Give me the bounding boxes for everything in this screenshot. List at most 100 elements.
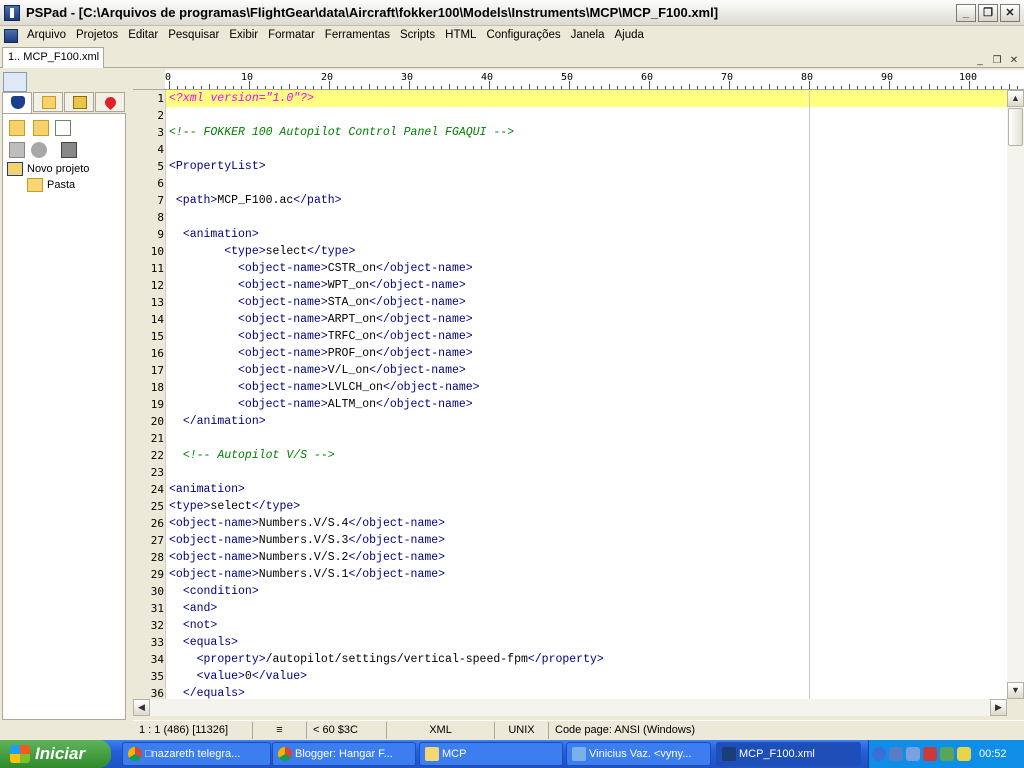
line-ending[interactable]: UNIX	[495, 722, 549, 739]
menu-item-arquivo[interactable]: Arquivo	[22, 27, 71, 44]
update-icon[interactable]	[940, 747, 954, 761]
title-bar[interactable]: PSPad - [C:\Arquivos de programas\Flight…	[0, 0, 1024, 26]
tab-files[interactable]	[33, 92, 63, 112]
task-pspad[interactable]: MCP_F100.xml	[716, 742, 861, 766]
token: <animation>	[169, 483, 245, 496]
network-icon-2[interactable]	[906, 747, 920, 761]
line-number: 26	[150, 517, 164, 530]
ruler-tick	[817, 86, 818, 89]
token: /autopilot/settings/vertical-speed-fpm	[265, 653, 528, 666]
token: select	[210, 500, 252, 513]
bookmark-icon[interactable]: ≡	[253, 722, 307, 739]
token: <condition>	[182, 585, 259, 598]
remove-file-icon[interactable]	[9, 142, 25, 158]
start-button[interactable]: Iniciar	[0, 740, 111, 768]
token: <?xml version="1.0"?>	[169, 92, 314, 105]
task-chat[interactable]: Vinicius Vaz. <vyny...	[566, 742, 711, 766]
line-number: 8	[157, 211, 164, 224]
ruler-tick	[625, 86, 626, 89]
ruler-tick	[689, 84, 690, 89]
ruler-tick	[633, 86, 634, 89]
syntax-mode[interactable]: XML	[387, 722, 495, 739]
token: <type>	[224, 245, 266, 258]
ruler-label: 90	[881, 72, 894, 83]
menu-item-formatar[interactable]: Formatar	[263, 27, 320, 44]
task-chrome-telegram[interactable]: □nazareth telegra...	[122, 742, 271, 766]
menu-item-html[interactable]: HTML	[440, 27, 481, 44]
minimize-icon[interactable]: _	[956, 4, 976, 22]
tab-mcp-f100[interactable]: 1.. MCP_F100.xml	[2, 47, 104, 68]
ruler-label: 100	[959, 72, 978, 83]
ruler-tick	[921, 86, 922, 89]
tools-icon[interactable]	[61, 142, 77, 158]
ruler-tick	[953, 86, 954, 89]
tree-item-project[interactable]: Novo projeto	[7, 161, 89, 177]
new-project-icon[interactable]	[9, 120, 25, 136]
token: </object-name>	[376, 398, 473, 411]
task-folder-mcp[interactable]: MCP	[419, 742, 563, 766]
right-margin-line	[809, 90, 810, 699]
ruler-tick	[337, 86, 338, 89]
ruler-tick	[193, 86, 194, 89]
restore-icon[interactable]: ❐	[978, 4, 998, 22]
scroll-right-icon[interactable]: ▶	[990, 699, 1007, 716]
ruler-tick	[553, 86, 554, 89]
code-line: <object-name>WPT_on</object-name>	[169, 277, 466, 294]
vertical-scroll-thumb[interactable]	[1008, 108, 1023, 146]
ruler-tick	[641, 86, 642, 89]
tab-favorites[interactable]	[95, 92, 125, 112]
token: </object-name>	[348, 551, 446, 564]
horizontal-scrollbar[interactable]: ◀ ▶	[133, 699, 1007, 716]
code-line: <type>select</type>	[169, 243, 355, 260]
tray-expand-icon[interactable]	[872, 747, 886, 761]
tab-project[interactable]	[2, 92, 32, 114]
add-file-icon[interactable]	[55, 120, 71, 136]
menu-item-configuracoes[interactable]: Configurações	[481, 27, 565, 44]
code-line: <!-- FOKKER 100 Autopilot Control Panel …	[169, 124, 514, 141]
project-settings-icon[interactable]	[31, 142, 47, 158]
code-page[interactable]: Code page: ANSI (Windows)	[549, 722, 701, 739]
code-line: <object-name>V/L_on</object-name>	[169, 362, 466, 379]
document-menu-icon[interactable]	[4, 28, 18, 43]
tab-ftp[interactable]	[64, 92, 94, 112]
task-label: □nazareth telegra...	[145, 748, 241, 760]
tree-item-folder[interactable]: Pasta	[7, 177, 89, 193]
ruler-tick	[793, 86, 794, 89]
menu-item-editar[interactable]: Editar	[123, 27, 163, 44]
scroll-left-icon[interactable]: ◀	[133, 699, 150, 716]
ruler-label: 40	[481, 72, 494, 83]
menu-item-projetos[interactable]: Projetos	[71, 27, 123, 44]
ruler-tick	[217, 86, 218, 89]
line-number: 27	[150, 534, 164, 547]
task-chrome-blogger[interactable]: Blogger: Hangar F...	[272, 742, 416, 766]
close-icon[interactable]: ✕	[1000, 4, 1020, 22]
menu-item-ajuda[interactable]: Ajuda	[610, 27, 649, 44]
cursor-position: 1 : 1 (486) [11326]	[133, 722, 253, 739]
token: LVLCH_on	[327, 381, 383, 394]
scroll-up-icon[interactable]: ▲	[1007, 90, 1024, 107]
ruler-corner	[133, 70, 165, 90]
scroll-down-icon[interactable]: ▼	[1007, 682, 1024, 699]
ruler-tick	[753, 86, 754, 89]
close-project-icon[interactable]	[33, 120, 49, 136]
code-editor[interactable]: 1 2 3 4 5 6 7 8 9 10 11 12 13 14 15 16 17 18 19 20 21 22 23 24 2…	[133, 90, 1007, 699]
vertical-scrollbar[interactable]: ▲ ▼	[1007, 90, 1024, 699]
clock: 00:52	[979, 748, 1007, 760]
menu-item-pesquisar[interactable]: Pesquisar	[163, 27, 224, 44]
line-number: 31	[150, 602, 164, 615]
menu-item-scripts[interactable]: Scripts	[395, 27, 440, 44]
window-title: PSPad - [C:\Arquivos de programas\Flight…	[26, 5, 719, 20]
menu-item-ferramentas[interactable]: Ferramentas	[320, 27, 395, 44]
volume-icon[interactable]	[957, 747, 971, 761]
network-icon[interactable]	[889, 747, 903, 761]
menu-item-janela[interactable]: Janela	[566, 27, 610, 44]
ruler-tick	[417, 86, 418, 89]
token: </object-name>	[376, 347, 473, 360]
security-icon[interactable]	[923, 747, 937, 761]
panel-toggle-icon[interactable]	[3, 72, 27, 92]
menu-item-exibir[interactable]: Exibir	[224, 27, 263, 44]
line-number-gutter: 1 2 3 4 5 6 7 8 9 10 11 12 13 14 15 16 17 18 19 20 21 22 23 24 2…	[133, 90, 166, 699]
